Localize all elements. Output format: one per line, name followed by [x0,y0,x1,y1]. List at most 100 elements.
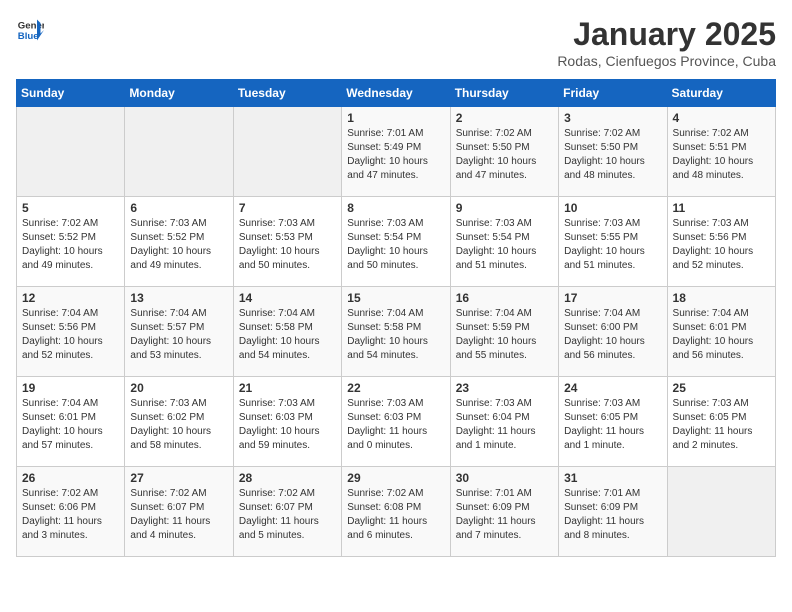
day-number: 2 [456,111,553,125]
calendar-title: January 2025 [557,16,776,53]
day-info: Sunrise: 7:03 AM Sunset: 6:03 PM Dayligh… [347,397,444,453]
weekday-header: Sunday [17,80,125,107]
day-number: 17 [564,291,661,305]
day-info: Sunrise: 7:04 AM Sunset: 5:58 PM Dayligh… [239,307,336,363]
calendar-cell: 23Sunrise: 7:03 AM Sunset: 6:04 PM Dayli… [450,377,558,467]
day-number: 28 [239,471,336,485]
weekday-header: Monday [125,80,233,107]
day-info: Sunrise: 7:01 AM Sunset: 5:49 PM Dayligh… [347,127,444,183]
calendar-cell: 26Sunrise: 7:02 AM Sunset: 6:06 PM Dayli… [17,467,125,557]
svg-text:Blue: Blue [18,31,39,42]
calendar-cell: 29Sunrise: 7:02 AM Sunset: 6:08 PM Dayli… [342,467,450,557]
calendar-cell: 14 Sunrise: 7:04 AM Sunset: 5:58 PM Dayli… [233,287,341,377]
day-number: 5 [22,201,119,215]
calendar-cell: 2Sunrise: 7:02 AM Sunset: 5:50 PM Daylig… [450,107,558,197]
calendar-cell: 5 Sunrise: 7:02 AM Sunset: 5:52 PM Daylig… [17,197,125,287]
calendar-subtitle: Rodas, Cienfuegos Province, Cuba [557,53,776,69]
day-info: Sunrise: 7:04 AM Sunset: 5:59 PM Dayligh… [456,307,553,363]
day-number: 19 [22,381,119,395]
calendar-cell: 3 Sunrise: 7:02 AM Sunset: 5:50 PM Daylig… [559,107,667,197]
day-info: Sunrise: 7:03 AM Sunset: 6:05 PM Dayligh… [564,397,661,453]
calendar-cell: 30Sunrise: 7:01 AM Sunset: 6:09 PM Dayli… [450,467,558,557]
title-block: January 2025 Rodas, Cienfuegos Province,… [557,16,776,69]
calendar-cell: 16 Sunrise: 7:04 AM Sunset: 5:59 PM Dayli… [450,287,558,377]
day-number: 23 [456,381,553,395]
day-info: Sunrise: 7:04 AM Sunset: 5:56 PM Dayligh… [22,307,119,363]
calendar-cell: 7 Sunrise: 7:03 AM Sunset: 5:53 PM Daylig… [233,197,341,287]
calendar-cell: 31Sunrise: 7:01 AM Sunset: 6:09 PM Dayli… [559,467,667,557]
logo: General Blue [16,16,44,44]
calendar-cell: 27 Sunrise: 7:02 AM Sunset: 6:07 PM Dayli… [125,467,233,557]
day-number: 22 [347,381,444,395]
day-info: Sunrise: 7:03 AM Sunset: 5:53 PM Dayligh… [239,217,336,273]
day-number: 26 [22,471,119,485]
day-number: 4 [673,111,770,125]
calendar-cell: 4 Sunrise: 7:02 AM Sunset: 5:51 PM Daylig… [667,107,775,197]
calendar-cell: 28 Sunrise: 7:02 AM Sunset: 6:07 PM Dayli… [233,467,341,557]
day-number: 7 [239,201,336,215]
calendar-cell [125,107,233,197]
day-info: Sunrise: 7:02 AM Sunset: 5:52 PM Dayligh… [22,217,119,273]
day-info: Sunrise: 7:04 AM Sunset: 6:00 PM Dayligh… [564,307,661,363]
day-number: 21 [239,381,336,395]
day-number: 14 [239,291,336,305]
weekday-header: Saturday [667,80,775,107]
calendar-cell: 21 Sunrise: 7:03 AM Sunset: 6:03 PM Dayli… [233,377,341,467]
calendar-cell: 24 Sunrise: 7:03 AM Sunset: 6:05 PM Dayli… [559,377,667,467]
calendar-table: SundayMondayTuesdayWednesdayThursdayFrid… [16,79,776,557]
calendar-cell: 25Sunrise: 7:03 AM Sunset: 6:05 PM Dayli… [667,377,775,467]
calendar-cell: 12 Sunrise: 7:04 AM Sunset: 5:56 PM Dayli… [17,287,125,377]
weekday-header: Thursday [450,80,558,107]
day-info: Sunrise: 7:04 AM Sunset: 6:01 PM Dayligh… [22,397,119,453]
calendar-cell: 8Sunrise: 7:03 AM Sunset: 5:54 PM Daylig… [342,197,450,287]
calendar-cell: 17 Sunrise: 7:04 AM Sunset: 6:00 PM Dayli… [559,287,667,377]
weekday-header: Friday [559,80,667,107]
day-info: Sunrise: 7:02 AM Sunset: 6:07 PM Dayligh… [130,487,227,543]
calendar-cell: 6Sunrise: 7:03 AM Sunset: 5:52 PM Daylig… [125,197,233,287]
day-info: Sunrise: 7:02 AM Sunset: 5:51 PM Dayligh… [673,127,770,183]
calendar-week-row: 26Sunrise: 7:02 AM Sunset: 6:06 PM Dayli… [17,467,776,557]
day-info: Sunrise: 7:03 AM Sunset: 6:02 PM Dayligh… [130,397,227,453]
day-number: 13 [130,291,227,305]
calendar-week-row: 5 Sunrise: 7:02 AM Sunset: 5:52 PM Daylig… [17,197,776,287]
day-number: 9 [456,201,553,215]
day-number: 30 [456,471,553,485]
day-info: Sunrise: 7:02 AM Sunset: 6:08 PM Dayligh… [347,487,444,543]
logo-icon: General Blue [16,16,44,44]
calendar-cell [233,107,341,197]
day-info: Sunrise: 7:04 AM Sunset: 5:58 PM Dayligh… [347,307,444,363]
day-info: Sunrise: 7:02 AM Sunset: 6:07 PM Dayligh… [239,487,336,543]
day-info: Sunrise: 7:01 AM Sunset: 6:09 PM Dayligh… [564,487,661,543]
page-header: General Blue January 2025 Rodas, Cienfue… [16,16,776,69]
day-info: Sunrise: 7:03 AM Sunset: 5:55 PM Dayligh… [564,217,661,273]
day-number: 12 [22,291,119,305]
calendar-cell: 20Sunrise: 7:03 AM Sunset: 6:02 PM Dayli… [125,377,233,467]
day-info: Sunrise: 7:04 AM Sunset: 5:57 PM Dayligh… [130,307,227,363]
day-number: 8 [347,201,444,215]
calendar-week-row: 19 Sunrise: 7:04 AM Sunset: 6:01 PM Dayli… [17,377,776,467]
day-number: 10 [564,201,661,215]
day-number: 3 [564,111,661,125]
day-info: Sunrise: 7:02 AM Sunset: 5:50 PM Dayligh… [564,127,661,183]
day-number: 6 [130,201,227,215]
day-number: 15 [347,291,444,305]
calendar-week-row: 1 Sunrise: 7:01 AM Sunset: 5:49 PM Daylig… [17,107,776,197]
calendar-cell [667,467,775,557]
calendar-cell: 18Sunrise: 7:04 AM Sunset: 6:01 PM Dayli… [667,287,775,377]
day-number: 24 [564,381,661,395]
day-info: Sunrise: 7:03 AM Sunset: 5:54 PM Dayligh… [456,217,553,273]
day-number: 11 [673,201,770,215]
day-info: Sunrise: 7:03 AM Sunset: 6:03 PM Dayligh… [239,397,336,453]
calendar-week-row: 12 Sunrise: 7:04 AM Sunset: 5:56 PM Dayli… [17,287,776,377]
day-number: 27 [130,471,227,485]
weekday-header: Wednesday [342,80,450,107]
calendar-cell: 22 Sunrise: 7:03 AM Sunset: 6:03 PM Dayli… [342,377,450,467]
day-info: Sunrise: 7:04 AM Sunset: 6:01 PM Dayligh… [673,307,770,363]
day-number: 16 [456,291,553,305]
weekday-header: Tuesday [233,80,341,107]
calendar-cell [17,107,125,197]
calendar-cell: 19 Sunrise: 7:04 AM Sunset: 6:01 PM Dayli… [17,377,125,467]
calendar-cell: 13 Sunrise: 7:04 AM Sunset: 5:57 PM Dayli… [125,287,233,377]
day-number: 1 [347,111,444,125]
day-info: Sunrise: 7:03 AM Sunset: 5:56 PM Dayligh… [673,217,770,273]
